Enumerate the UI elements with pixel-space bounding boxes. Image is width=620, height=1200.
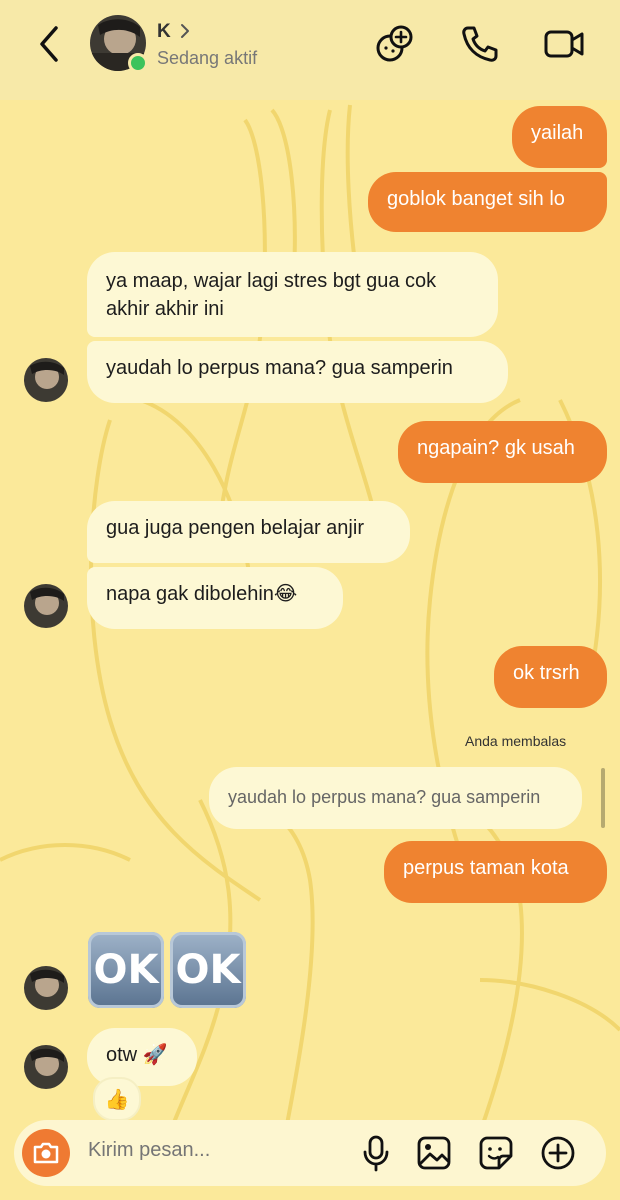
- message-incoming[interactable]: otw 🚀: [87, 1028, 197, 1086]
- online-indicator: [128, 53, 148, 73]
- back-arrow-icon[interactable]: [30, 22, 70, 66]
- message-outgoing[interactable]: goblok banget sih lo: [368, 172, 607, 232]
- effects-icon[interactable]: [373, 22, 417, 66]
- contact-status: Sedang aktif: [157, 48, 258, 68]
- message-incoming[interactable]: ya maap, wajar lagi stres bgt gua cok ak…: [87, 252, 498, 337]
- chat-header: K Sedang aktif: [0, 0, 620, 100]
- gallery-icon[interactable]: [415, 1134, 453, 1172]
- message-incoming[interactable]: napa gak dibolehin😂: [87, 567, 343, 629]
- plus-circle-icon[interactable]: [539, 1134, 577, 1172]
- scrollbar[interactable]: [601, 768, 605, 828]
- camera-icon: [33, 1142, 59, 1164]
- message-outgoing[interactable]: perpus taman kota: [384, 841, 607, 903]
- ok-emoji: OK: [170, 932, 246, 1008]
- reply-label: Anda membalas: [465, 733, 567, 749]
- replied-message-quote[interactable]: yaudah lo perpus mana? gua samperin: [209, 767, 582, 829]
- contact-name[interactable]: K: [157, 21, 171, 43]
- chat-screen: K Sedang aktif yailah goblok banget sih …: [0, 0, 620, 1200]
- contact-avatar-small[interactable]: [24, 584, 68, 628]
- ok-emoji: OK: [88, 932, 164, 1008]
- contact-avatar-small[interactable]: [24, 966, 68, 1010]
- chevron-right-icon[interactable]: [178, 22, 192, 40]
- contact-avatar-small[interactable]: [24, 358, 68, 402]
- message-composer: [14, 1120, 606, 1186]
- thumbs-up-icon[interactable]: 👍: [93, 1077, 141, 1121]
- message-outgoing[interactable]: ok trsrh: [494, 646, 607, 708]
- message-incoming[interactable]: yaudah lo perpus mana? gua samperin: [87, 341, 508, 403]
- message-input[interactable]: [86, 1138, 350, 1163]
- contact-avatar-small[interactable]: [24, 1045, 68, 1089]
- phone-icon[interactable]: [458, 22, 502, 66]
- video-camera-icon[interactable]: [542, 22, 586, 66]
- message-incoming[interactable]: gua juga pengen belajar anjir: [87, 501, 410, 563]
- emoji-message[interactable]: OK OK: [88, 932, 246, 1010]
- message-outgoing[interactable]: ngapain? gk usah: [398, 421, 607, 483]
- microphone-icon[interactable]: [357, 1134, 395, 1172]
- sticker-icon[interactable]: [477, 1134, 515, 1172]
- camera-button[interactable]: [22, 1129, 70, 1177]
- message-outgoing[interactable]: yailah: [512, 106, 607, 168]
